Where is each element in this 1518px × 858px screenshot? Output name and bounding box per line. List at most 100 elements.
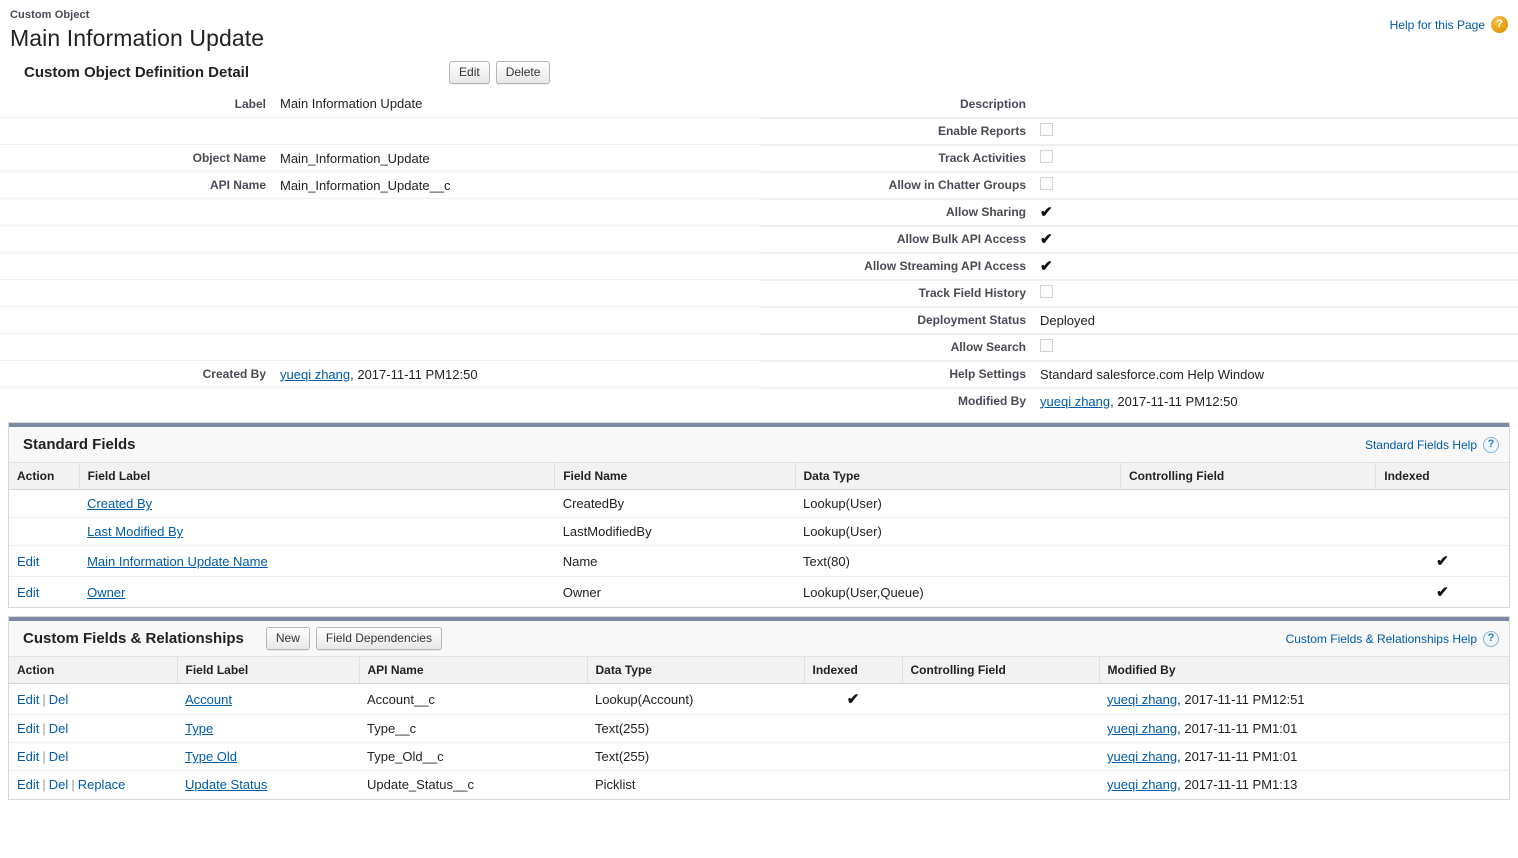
cell-action[interactable]: Edit | Del: [9, 683, 177, 715]
row-separator: [760, 145, 1518, 146]
del-link[interactable]: Del: [49, 777, 69, 792]
cell-action[interactable]: Edit | Del: [9, 742, 177, 771]
column-header-modified-by: Modified By: [1099, 657, 1509, 684]
column-header-field-label: Field Label: [177, 657, 360, 684]
standard-fields-help-link[interactable]: Standard Fields Help: [1365, 438, 1477, 452]
detail-field-grid: Label Main Information Update Description E…: [0, 90, 1518, 414]
detail-field-right: Track Field History: [760, 280, 1518, 307]
cell-action[interactable]: Edit: [9, 577, 79, 608]
detail-field-label: Allow Sharing: [945, 205, 1026, 219]
cell-field-name: Name: [554, 545, 796, 577]
cell-field-label[interactable]: Update Status: [177, 771, 359, 799]
cell-action[interactable]: Edit | Del | Replace: [9, 771, 177, 799]
detail-field-left: [0, 307, 760, 334]
cell-field-label[interactable]: Type: [177, 714, 359, 743]
field-label-link[interactable]: Owner: [87, 585, 125, 600]
cell-modified-by[interactable]: yueqi zhang, 2017-11-11 PM1:13: [1099, 771, 1509, 799]
cell-action: [9, 517, 80, 546]
help-for-this-page-link[interactable]: Help for this Page: [1390, 18, 1485, 32]
action-separator: |: [42, 691, 46, 707]
new-button[interactable]: New: [265, 627, 310, 650]
detail-row: Label Main Information Update Description: [0, 90, 1518, 117]
edit-link[interactable]: Edit: [17, 692, 39, 707]
column-header-action: Action: [9, 657, 178, 684]
custom-fields-help[interactable]: Custom Fields & Relationships Help ?: [1286, 630, 1499, 647]
row-separator: [760, 226, 1518, 227]
table-row: Edit Owner Owner Lookup(User,Queue) ✔: [9, 577, 1509, 608]
user-link[interactable]: yueqi zhang: [1107, 721, 1177, 736]
cell-field-label[interactable]: Type Old: [177, 742, 359, 771]
cell-field-label[interactable]: Last Modified By: [79, 517, 555, 546]
cell-field-label[interactable]: Created By: [79, 489, 555, 518]
question-mark-blue-icon[interactable]: ?: [1483, 436, 1499, 453]
detail-field-right: Modified By yueqi zhang, 2017-11-11 PM12:…: [760, 388, 1518, 415]
detail-row: API Name Main_Information_Update__c Allow …: [0, 171, 1518, 198]
cell-field-label[interactable]: Account: [177, 683, 359, 715]
field-label-link[interactable]: Main Information Update Name: [87, 554, 268, 569]
column-header-controlling-field: Controlling Field: [1120, 463, 1377, 490]
user-link[interactable]: yueqi zhang: [1107, 777, 1177, 792]
user-link[interactable]: yueqi zhang: [1040, 394, 1110, 409]
row-separator: [760, 388, 1518, 389]
row-separator: [760, 118, 1518, 119]
cell-data-type: Text(255): [587, 742, 804, 771]
del-link[interactable]: Del: [49, 749, 69, 764]
help-for-this-page[interactable]: Help for this Page ?: [1390, 16, 1508, 33]
cell-modified-by[interactable]: yueqi zhang, 2017-11-11 PM1:01: [1099, 742, 1509, 771]
detail-field-label: Allow in Chatter Groups: [888, 178, 1026, 192]
del-link[interactable]: Del: [49, 721, 69, 736]
edit-link[interactable]: Edit: [17, 721, 39, 736]
field-label-link[interactable]: Update Status: [185, 777, 267, 792]
field-dependencies-button[interactable]: Field Dependencies: [315, 627, 442, 650]
cell-action[interactable]: Edit: [9, 545, 80, 577]
detail-field-label: Enable Reports: [937, 124, 1026, 138]
cell-controlling-field: [1120, 489, 1376, 518]
cell-field-label[interactable]: Owner: [79, 577, 555, 608]
detail-field-left: API Name Main_Information_Update__c: [0, 172, 760, 199]
standard-fields-help[interactable]: Standard Fields Help ?: [1365, 436, 1499, 453]
detail-field-left: [0, 118, 760, 145]
detail-field-value[interactable]: yueqi zhang, 2017-11-11 PM12:50: [280, 367, 478, 382]
field-label-link[interactable]: Created By: [87, 496, 152, 511]
detail-field-right: Allow Search: [760, 334, 1518, 361]
field-label-link[interactable]: Last Modified By: [87, 524, 183, 539]
delete-button[interactable]: Delete: [495, 61, 551, 84]
question-mark-orange-icon[interactable]: ?: [1491, 16, 1508, 33]
user-link[interactable]: yueqi zhang: [1107, 749, 1177, 764]
edit-button[interactable]: Edit: [449, 61, 490, 84]
detail-field-label: Deployment Status: [917, 313, 1026, 327]
field-label-link[interactable]: Type Old: [185, 749, 237, 764]
replace-link[interactable]: Replace: [78, 777, 126, 792]
detail-field-value: Standard salesforce.com Help Window: [1040, 366, 1264, 382]
detail-field-value: ✔: [1040, 205, 1054, 220]
cell-modified-by[interactable]: yueqi zhang, 2017-11-11 PM12:51: [1099, 683, 1509, 715]
detail-field-left: [0, 280, 760, 307]
question-mark-blue-icon[interactable]: ?: [1483, 630, 1499, 647]
checkmark-icon: ✔: [1040, 230, 1053, 248]
table-row: Created By CreatedBy Lookup(User): [9, 489, 1509, 518]
cell-field-label[interactable]: Main Information Update Name: [79, 545, 555, 577]
detail-field-right: Help Settings Standard salesforce.com Hel…: [760, 361, 1518, 388]
del-link[interactable]: Del: [49, 692, 69, 707]
field-label-link[interactable]: Account: [185, 692, 232, 707]
detail-field-right: Allow Streaming API Access ✔: [760, 253, 1518, 280]
cell-api-name: Account__c: [359, 683, 587, 715]
edit-link[interactable]: Edit: [17, 554, 39, 569]
cell-action[interactable]: Edit | Del: [9, 714, 177, 743]
user-link[interactable]: yueqi zhang: [1107, 692, 1177, 707]
column-header-indexed: Indexed: [1375, 463, 1509, 490]
detail-field-right: Enable Reports: [760, 118, 1518, 145]
object-type-label: Custom Object: [10, 9, 90, 21]
edit-link[interactable]: Edit: [17, 749, 39, 764]
user-link[interactable]: yueqi zhang: [280, 367, 350, 382]
cell-modified-by[interactable]: yueqi zhang, 2017-11-11 PM1:01: [1099, 714, 1509, 743]
detail-field-label: Modified By: [958, 394, 1026, 408]
row-separator: [760, 253, 1518, 254]
custom-fields-help-link[interactable]: Custom Fields & Relationships Help: [1286, 632, 1477, 646]
detail-field-value[interactable]: yueqi zhang, 2017-11-11 PM12:50: [1040, 394, 1238, 409]
cell-api-name: Type__c: [359, 714, 587, 743]
detail-button-bar: Edit Delete: [449, 61, 551, 84]
field-label-link[interactable]: Type: [185, 721, 213, 736]
edit-link[interactable]: Edit: [17, 585, 39, 600]
edit-link[interactable]: Edit: [17, 777, 39, 792]
